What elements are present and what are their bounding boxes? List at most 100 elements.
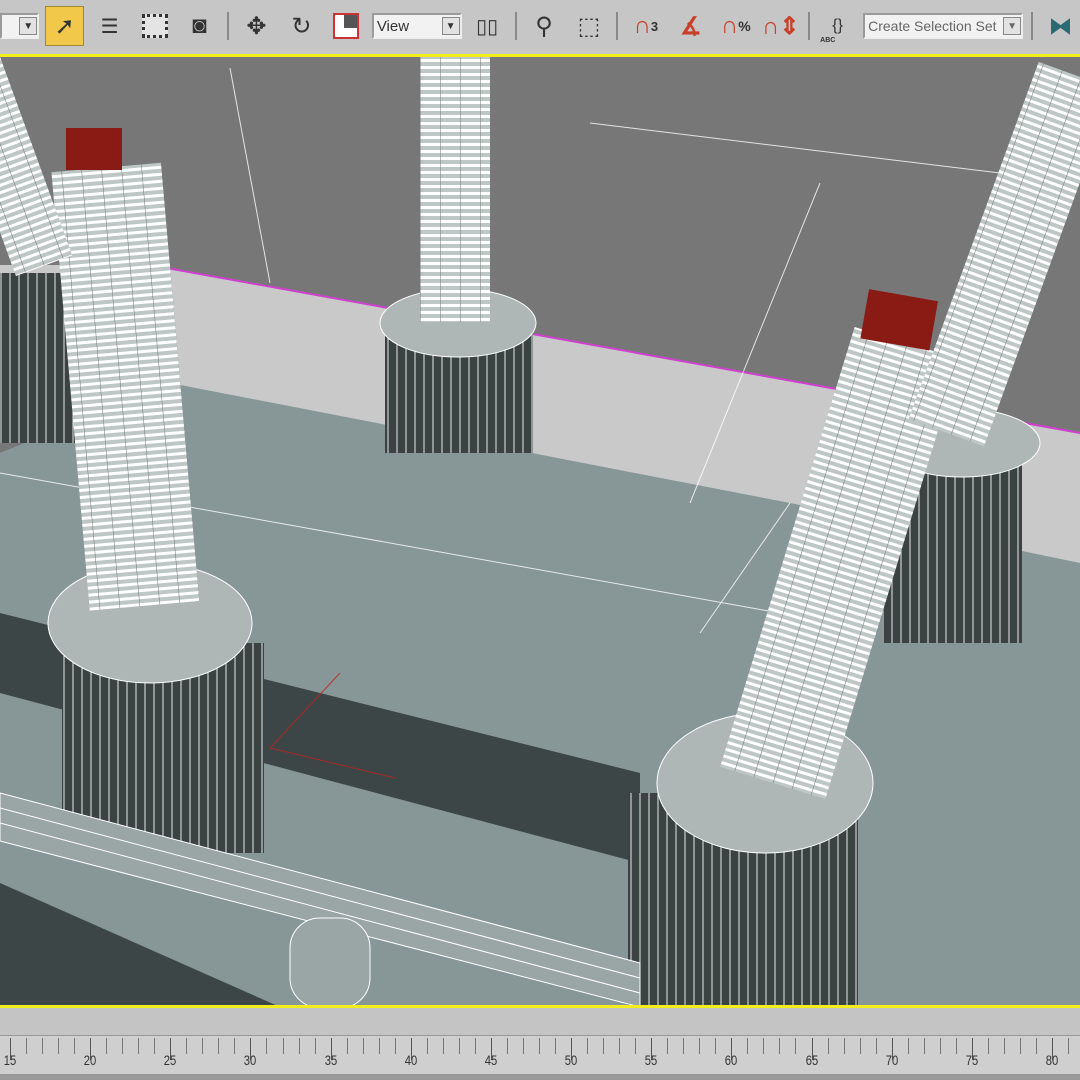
timeline-tick xyxy=(907,1038,909,1054)
magnet-icon: ∩ xyxy=(720,12,739,39)
magnet-icon: ∩ xyxy=(633,12,651,39)
chevron-down-icon: ▼ xyxy=(441,17,460,35)
timeline-label: 25 xyxy=(164,1052,177,1068)
pivot-icon: ▯▯ xyxy=(476,15,499,38)
timeline-tick xyxy=(282,1038,284,1054)
divider xyxy=(616,12,619,40)
select-and-scale-button[interactable] xyxy=(327,6,366,46)
timeline-label: 55 xyxy=(644,1052,658,1068)
rotate-icon: ↻ xyxy=(291,12,312,40)
main-toolbar: ▼ ➚ ☰ ◙ ✥ ↻ View ▼ ▯▯ ⚲ ⬚ ∩ 3 ∡ ∩% ∩⇕ {} AB… xyxy=(0,0,1080,52)
timeline-tick xyxy=(106,1038,108,1054)
timeline-tick xyxy=(587,1038,589,1054)
timeline-tick xyxy=(122,1038,124,1054)
chevron-down-icon: ▼ xyxy=(1003,17,1022,35)
timeline-tick xyxy=(58,1038,60,1054)
timeline-tick xyxy=(667,1038,669,1054)
timeline-tick xyxy=(138,1038,140,1054)
timeline-tick xyxy=(74,1038,76,1054)
timeline-tick xyxy=(346,1038,348,1054)
timeline-label: 80 xyxy=(1045,1052,1059,1068)
timeline-tick xyxy=(747,1038,749,1054)
select-and-rotate-button[interactable]: ↻ xyxy=(282,6,321,46)
timeline-tick xyxy=(635,1038,637,1054)
timeline-tick xyxy=(378,1038,380,1054)
timeline-label: 75 xyxy=(965,1052,979,1068)
divider xyxy=(1031,12,1033,40)
timeline-tick xyxy=(362,1038,364,1054)
angle-snap-button[interactable]: ∡ xyxy=(671,6,710,46)
select-and-move-button[interactable]: ✥ xyxy=(237,6,276,46)
insulator xyxy=(420,57,490,322)
named-selection-set-dropdown[interactable]: Create Selection Set ▼ xyxy=(863,13,1024,39)
timeline-tick xyxy=(987,1038,989,1054)
timeline-tick xyxy=(26,1038,28,1054)
manipulate-button[interactable]: ⚲ xyxy=(525,6,564,46)
mirror-button[interactable]: ⧓ xyxy=(1041,6,1080,46)
box-icon: ⬚ xyxy=(577,12,601,40)
timeline-tick xyxy=(603,1038,605,1054)
arrow-cursor-icon: ➚ xyxy=(54,12,75,40)
timeline-tick xyxy=(506,1038,508,1054)
timeline-tick xyxy=(298,1038,300,1054)
timeline-tick xyxy=(923,1038,925,1054)
timeline-tick xyxy=(619,1038,621,1054)
divider xyxy=(808,12,811,40)
select-object-button[interactable]: ➚ xyxy=(45,6,85,46)
scene-render xyxy=(0,57,1080,1005)
timeline-ruler[interactable]: 15 20 25 30 35 40 45 50 55 60 65 70 75 80 xyxy=(0,1036,1080,1074)
percent-label: % xyxy=(738,18,751,34)
timeline-tick xyxy=(859,1038,861,1054)
snap-toggle-button[interactable]: ∩ 3 xyxy=(626,6,665,46)
manipulate-icon: ⚲ xyxy=(535,12,553,40)
timeline-tick xyxy=(186,1038,188,1054)
red-cap xyxy=(66,128,122,170)
timeline-tick xyxy=(234,1038,236,1054)
time-slider[interactable] xyxy=(0,1008,1080,1036)
timeline-tick xyxy=(939,1038,941,1054)
timeline-tick xyxy=(763,1038,765,1054)
timeline-tick xyxy=(555,1038,557,1054)
scale-icon xyxy=(333,13,360,39)
window-crossing-button[interactable]: ◙ xyxy=(180,6,219,46)
pivot-center-button[interactable]: ▯▯ xyxy=(468,6,507,46)
spinner-magnet-icon: ∩⇕ xyxy=(762,12,800,40)
timeline-tick xyxy=(875,1038,877,1054)
percent-snap-button[interactable]: ∩% xyxy=(716,6,755,46)
timeline-label: 15 xyxy=(3,1052,17,1068)
timeline-tick xyxy=(154,1038,156,1054)
timeline-tick xyxy=(827,1038,829,1054)
keyboard-shortcut-override-button[interactable]: ⬚ xyxy=(569,6,608,46)
perspective-viewport[interactable] xyxy=(0,54,1080,1008)
timeline-label: 65 xyxy=(805,1052,818,1068)
timeline-tick xyxy=(42,1038,44,1054)
reference-coord-dropdown[interactable]: View ▼ xyxy=(371,13,462,39)
timeline-tick xyxy=(266,1038,268,1054)
divider xyxy=(514,12,517,40)
dotted-rect-icon xyxy=(141,14,168,38)
timeline-tick xyxy=(522,1038,524,1054)
select-by-name-button[interactable]: ☰ xyxy=(90,6,129,46)
timeline-tick xyxy=(1003,1038,1005,1054)
edit-named-selections-button[interactable]: {} ABC xyxy=(818,6,857,46)
timeline-tick xyxy=(1035,1038,1037,1054)
timeline-tick xyxy=(795,1038,797,1054)
timeline-label: 30 xyxy=(244,1052,257,1068)
timeline-label: 40 xyxy=(404,1052,417,1068)
rectangular-selection-button[interactable] xyxy=(135,6,174,46)
timeline-tick xyxy=(442,1038,444,1054)
spinner-snap-button[interactable]: ∩⇕ xyxy=(761,6,800,46)
timeline-tick xyxy=(218,1038,220,1054)
snap-3d-label: 3 xyxy=(650,18,659,34)
timeline-label: 50 xyxy=(564,1052,578,1068)
braces-icon: {} xyxy=(832,17,843,34)
angle-snap-icon: ∡ xyxy=(680,12,702,40)
reference-coord-value: View xyxy=(376,17,410,35)
timeline-tick xyxy=(474,1038,476,1054)
mirror-icon: ⧓ xyxy=(1048,12,1073,40)
selection-filter-dropdown[interactable]: ▼ xyxy=(0,13,40,39)
timeline-tick xyxy=(843,1038,845,1054)
divider xyxy=(227,12,229,40)
timeline-tick xyxy=(1019,1038,1021,1054)
timeline-tick xyxy=(314,1038,316,1054)
